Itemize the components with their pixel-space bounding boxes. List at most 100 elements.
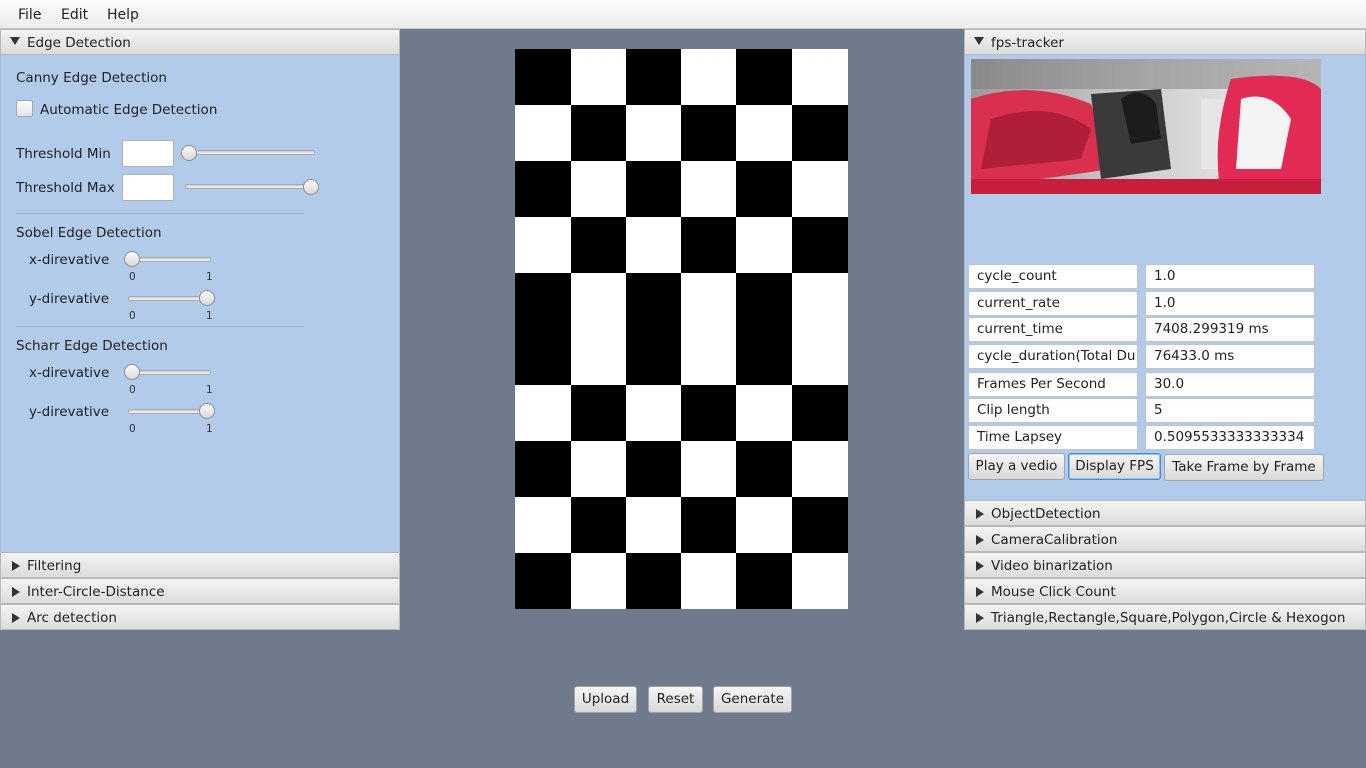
generate-button[interactable]: Generate [713, 686, 792, 713]
auto-edge-checkbox[interactable] [16, 100, 33, 117]
shapes-title: Triangle,Rectangle,Square,Polygon,Circle… [991, 610, 1346, 626]
edge-detection-panel: Canny Edge Detection Automatic Edge Dete… [0, 55, 400, 552]
threshold-max-thumb[interactable] [303, 179, 319, 195]
chevron-right-icon [976, 561, 984, 571]
inter-circle-distance-title: Inter-Circle-Distance [27, 584, 165, 600]
sobel-title: Sobel Edge Detection [16, 225, 162, 241]
stat-value-field[interactable]: 0.5095533333333334 [1145, 425, 1315, 450]
stat-key-field[interactable]: Frames Per Second [968, 372, 1138, 397]
scharr-x-slider[interactable] [128, 370, 211, 375]
threshold-max-label: Threshold Max [16, 180, 115, 196]
checker-cell [626, 273, 681, 329]
stat-value-field[interactable]: 7408.299319 ms [1145, 317, 1315, 342]
checker-cell [736, 273, 792, 329]
shapes-header[interactable]: Triangle,Rectangle,Square,Polygon,Circle… [964, 604, 1366, 630]
tick-min: 0 [129, 310, 136, 322]
object-detection-title: ObjectDetection [991, 506, 1101, 522]
chevron-right-icon [976, 509, 984, 519]
filtering-header[interactable]: Filtering [0, 552, 400, 578]
checker-cell [792, 497, 848, 553]
mouse-click-count-header[interactable]: Mouse Click Count [964, 578, 1366, 604]
checker-cell [626, 441, 681, 497]
tick-max: 1 [206, 310, 213, 322]
checker-cell [571, 497, 626, 553]
divider [16, 326, 304, 327]
checker-cell [736, 553, 792, 609]
checker-cell [736, 329, 792, 385]
stat-key-field[interactable]: Time Lapsey [968, 425, 1138, 450]
checker-cell [681, 497, 736, 553]
checker-cell [792, 385, 848, 441]
stat-value-field[interactable]: 5 [1145, 398, 1315, 423]
checker-cell [571, 105, 626, 161]
checker-cell [681, 105, 736, 161]
arc-detection-header[interactable]: Arc detection [0, 604, 400, 630]
checker-cell [515, 329, 571, 385]
menu-edit[interactable]: Edit [61, 7, 88, 23]
threshold-min-input[interactable] [122, 140, 174, 167]
chevron-right-icon [976, 535, 984, 545]
checker-cell [571, 385, 626, 441]
scharr-x-thumb[interactable] [124, 364, 140, 380]
checker-cell [736, 49, 792, 105]
play-video-button[interactable]: Play a vedio [968, 453, 1065, 480]
chevron-right-icon [976, 613, 984, 623]
checker-cell [515, 49, 571, 105]
object-detection-header[interactable]: ObjectDetection [964, 500, 1366, 526]
stat-value-field[interactable]: 1.0 [1145, 291, 1315, 316]
tick-min: 0 [129, 271, 136, 283]
threshold-min-slider[interactable] [185, 150, 315, 155]
checker-cell [736, 161, 792, 217]
camera-calibration-header[interactable]: CameraCalibration [964, 526, 1366, 552]
sobel-y-thumb[interactable] [199, 290, 215, 306]
inter-circle-distance-header[interactable]: Inter-Circle-Distance [0, 578, 400, 604]
tick-max: 1 [206, 271, 213, 283]
threshold-max-slider[interactable] [185, 184, 315, 189]
checker-cell [626, 49, 681, 105]
chevron-right-icon [12, 613, 20, 623]
edge-detection-header[interactable]: Edge Detection [0, 29, 400, 55]
threshold-max-input[interactable] [122, 174, 174, 201]
display-fps-button[interactable]: Display FPS [1068, 453, 1161, 480]
stat-key-field[interactable]: cycle_count [968, 264, 1138, 289]
video-frame-image [971, 59, 1321, 194]
checker-cell [515, 553, 571, 609]
sobel-y-label: y-direvative [29, 291, 110, 307]
checker-cell [626, 329, 681, 385]
tick-min: 0 [129, 423, 136, 435]
stat-key-field[interactable]: current_rate [968, 291, 1138, 316]
menu-bar: File Edit Help [0, 0, 1366, 29]
checker-cell [681, 385, 736, 441]
fps-tracker-title: fps-tracker [991, 35, 1064, 51]
filtering-title: Filtering [27, 558, 82, 574]
canny-title: Canny Edge Detection [16, 70, 167, 86]
auto-edge-label: Automatic Edge Detection [40, 102, 218, 118]
reset-button[interactable]: Reset [648, 686, 703, 713]
checker-cell [626, 553, 681, 609]
checker-cell [736, 441, 792, 497]
tick-max: 1 [206, 423, 213, 435]
scharr-y-thumb[interactable] [199, 403, 215, 419]
sobel-x-slider[interactable] [128, 257, 211, 262]
fps-tracker-header[interactable]: fps-tracker [964, 29, 1366, 55]
upload-button[interactable]: Upload [574, 686, 637, 713]
stat-value-field[interactable]: 1.0 [1145, 264, 1315, 289]
arc-detection-title: Arc detection [27, 610, 117, 626]
video-binarization-title: Video binarization [991, 558, 1113, 574]
chevron-down-icon [974, 37, 984, 45]
sobel-x-label: x-direvative [29, 252, 110, 268]
menu-help[interactable]: Help [107, 7, 139, 23]
tick-max: 1 [206, 384, 213, 396]
video-binarization-header[interactable]: Video binarization [964, 552, 1366, 578]
menu-file[interactable]: File [18, 7, 41, 23]
stat-value-field[interactable]: 30.0 [1145, 372, 1315, 397]
checker-cell [681, 217, 736, 273]
threshold-min-thumb[interactable] [181, 145, 197, 161]
stat-key-field[interactable]: current_time [968, 317, 1138, 342]
take-frame-button[interactable]: Take Frame by Frame [1164, 454, 1324, 481]
chevron-right-icon [12, 587, 20, 597]
sobel-x-thumb[interactable] [124, 251, 140, 267]
stat-key-field[interactable]: cycle_duration(Total Du [968, 344, 1138, 369]
stat-key-field[interactable]: Clip length [968, 398, 1138, 423]
stat-value-field[interactable]: 76433.0 ms [1145, 344, 1315, 369]
